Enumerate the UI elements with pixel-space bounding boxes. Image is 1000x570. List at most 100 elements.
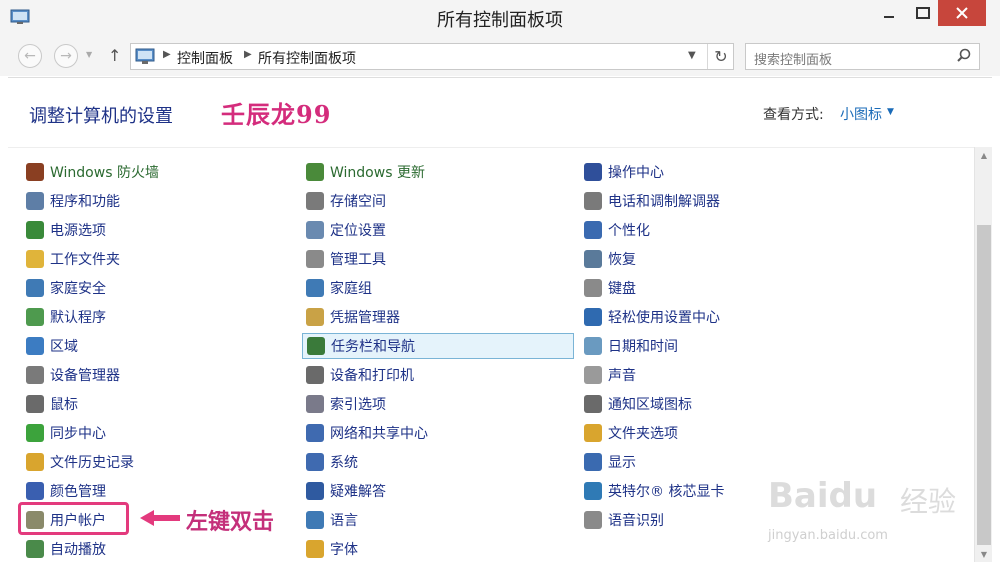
address-dropdown[interactable]: ▼ <box>688 50 696 61</box>
breadcrumb-control-panel[interactable]: 控制面板 <box>177 48 233 68</box>
control-panel-item[interactable]: 设备管理器 <box>26 362 286 388</box>
control-panel-item[interactable]: 家庭组 <box>306 275 576 301</box>
up-button[interactable]: ↑ <box>108 46 121 65</box>
control-panel-item[interactable]: 程序和功能 <box>26 188 286 214</box>
intel-graphics-icon <box>584 482 602 500</box>
control-panel-item-label: 个性化 <box>608 223 650 239</box>
control-panel-item-label: 文件夹选项 <box>608 426 678 442</box>
control-panel-item[interactable]: 颜色管理 <box>26 478 286 504</box>
close-button[interactable] <box>938 0 986 26</box>
control-panel-item[interactable]: 家庭安全 <box>26 275 286 301</box>
network-icon <box>306 424 324 442</box>
arrow-left-icon: ← <box>24 48 36 64</box>
control-panel-item[interactable]: 语言 <box>306 507 576 533</box>
control-panel-item[interactable]: 日期和时间 <box>584 333 884 359</box>
sound-icon <box>584 366 602 384</box>
control-panel-item[interactable]: 存储空间 <box>306 188 576 214</box>
control-panel-item[interactable]: 恢复 <box>584 246 884 272</box>
control-panel-item[interactable]: 系统 <box>306 449 576 475</box>
arrow-up-icon: ↑ <box>108 46 122 65</box>
control-panel-item[interactable]: 字体 <box>306 536 576 562</box>
control-panel-item[interactable]: 凭据管理器 <box>306 304 576 330</box>
control-panel-item-label: 家庭安全 <box>50 281 106 297</box>
breadcrumb-separator[interactable]: ▶ <box>244 49 252 60</box>
control-panel-item[interactable]: 同步中心 <box>26 420 286 446</box>
control-panel-item[interactable]: 个性化 <box>584 217 884 243</box>
control-panel-item[interactable]: 操作中心 <box>584 159 884 185</box>
control-panel-item[interactable]: 区域 <box>26 333 286 359</box>
color-management-icon <box>26 482 44 500</box>
view-by-label: 查看方式: <box>763 107 824 123</box>
control-panel-item[interactable]: 轻松使用设置中心 <box>584 304 884 330</box>
control-panel-item-label: 凭据管理器 <box>330 310 400 326</box>
control-panel-item[interactable]: 电话和调制解调器 <box>584 188 884 214</box>
control-panel-item[interactable]: 默认程序 <box>26 304 286 330</box>
control-panel-item-label: 存储空间 <box>330 194 386 210</box>
control-panel-item[interactable]: 文件夹选项 <box>584 420 884 446</box>
control-panel-item[interactable]: 鼠标 <box>26 391 286 417</box>
control-panel-item-label: 通知区域图标 <box>608 397 692 413</box>
address-bar[interactable]: ▶ 控制面板 ▶ 所有控制面板项 ▼ ↻ <box>130 43 734 70</box>
control-panel-item[interactable]: 疑难解答 <box>306 478 576 504</box>
control-panel-item-label: 颜色管理 <box>50 484 106 500</box>
view-by-dropdown[interactable]: 小图标 <box>840 104 882 124</box>
work-folder-icon <box>26 250 44 268</box>
control-panel-item[interactable]: 管理工具 <box>306 246 576 272</box>
control-panel-item-label: 字体 <box>330 542 358 558</box>
control-panel-item-label: 管理工具 <box>330 252 386 268</box>
fonts-icon <box>306 540 324 558</box>
control-panel-item-label: 系统 <box>330 455 358 471</box>
recent-locations-dropdown[interactable]: ▼ <box>86 50 92 59</box>
control-panel-item[interactable]: 定位设置 <box>306 217 576 243</box>
control-panel-item[interactable]: 通知区域图标 <box>584 391 884 417</box>
ease-of-access-icon <box>584 308 602 326</box>
refresh-button[interactable]: ↻ <box>707 44 734 69</box>
control-panel-item[interactable]: 键盘 <box>584 275 884 301</box>
chevron-down-icon[interactable]: ▼ <box>887 107 894 117</box>
date-time-icon <box>584 337 602 355</box>
control-panel-item-label: Windows 更新 <box>330 165 425 181</box>
control-panel-item-label: 索引选项 <box>330 397 386 413</box>
control-panel-item-label: 网络和共享中心 <box>330 426 428 442</box>
control-panel-item[interactable]: 电源选项 <box>26 217 286 243</box>
baidu-logo-text: Baidu <box>768 476 878 516</box>
search-icon[interactable] <box>956 48 972 64</box>
file-history-icon <box>26 453 44 471</box>
control-panel-item[interactable]: Windows 防火墙 <box>26 159 286 185</box>
annotation-arrow-icon <box>140 510 180 526</box>
control-panel-item[interactable]: 索引选项 <box>306 391 576 417</box>
back-button[interactable]: ← <box>18 44 42 68</box>
scroll-up-button[interactable]: ▲ <box>975 147 993 163</box>
control-panel-item-label: 文件历史记录 <box>50 455 134 471</box>
control-panel-item-label: 轻松使用设置中心 <box>608 310 720 326</box>
control-panel-item[interactable]: 设备和打印机 <box>306 362 576 388</box>
search-input[interactable]: 搜索控制面板 <box>745 43 980 70</box>
breadcrumb-all-items[interactable]: 所有控制面板项 <box>258 48 356 68</box>
control-panel-item-label: 语言 <box>330 513 358 529</box>
control-panel-item[interactable]: 网络和共享中心 <box>306 420 576 446</box>
author-watermark: 壬辰龙99 <box>221 100 332 129</box>
control-panel-item[interactable]: 工作文件夹 <box>26 246 286 272</box>
power-icon <box>26 221 44 239</box>
display-icon <box>584 453 602 471</box>
control-panel-item[interactable]: 文件历史记录 <box>26 449 286 475</box>
default-programs-icon <box>26 308 44 326</box>
control-panel-item[interactable]: 任务栏和导航 <box>302 333 574 359</box>
minimize-button[interactable] <box>872 0 906 26</box>
control-panel-item[interactable]: 声音 <box>584 362 884 388</box>
programs-icon <box>26 192 44 210</box>
control-panel-item-label: 设备和打印机 <box>330 368 414 384</box>
navigation-bar: ← → ▼ ↑ ▶ 控制面板 ▶ 所有控制面板项 ▼ ↻ 搜索控制面板 <box>0 36 1000 76</box>
maximize-button[interactable] <box>906 0 940 26</box>
control-panel-item-label: 英特尔® 核芯显卡 <box>608 484 725 500</box>
control-panel-item[interactable]: Windows 更新 <box>306 159 576 185</box>
breadcrumb-separator[interactable]: ▶ <box>163 49 171 60</box>
printer-icon <box>306 366 324 384</box>
control-panel-item-label: 设备管理器 <box>50 368 120 384</box>
forward-button[interactable]: → <box>54 44 78 68</box>
windows-update-icon <box>306 163 324 181</box>
control-panel-item[interactable]: 自动播放 <box>26 536 286 562</box>
maximize-icon <box>916 7 930 19</box>
storage-spaces-icon <box>306 192 324 210</box>
taskbar-icon <box>307 337 325 355</box>
